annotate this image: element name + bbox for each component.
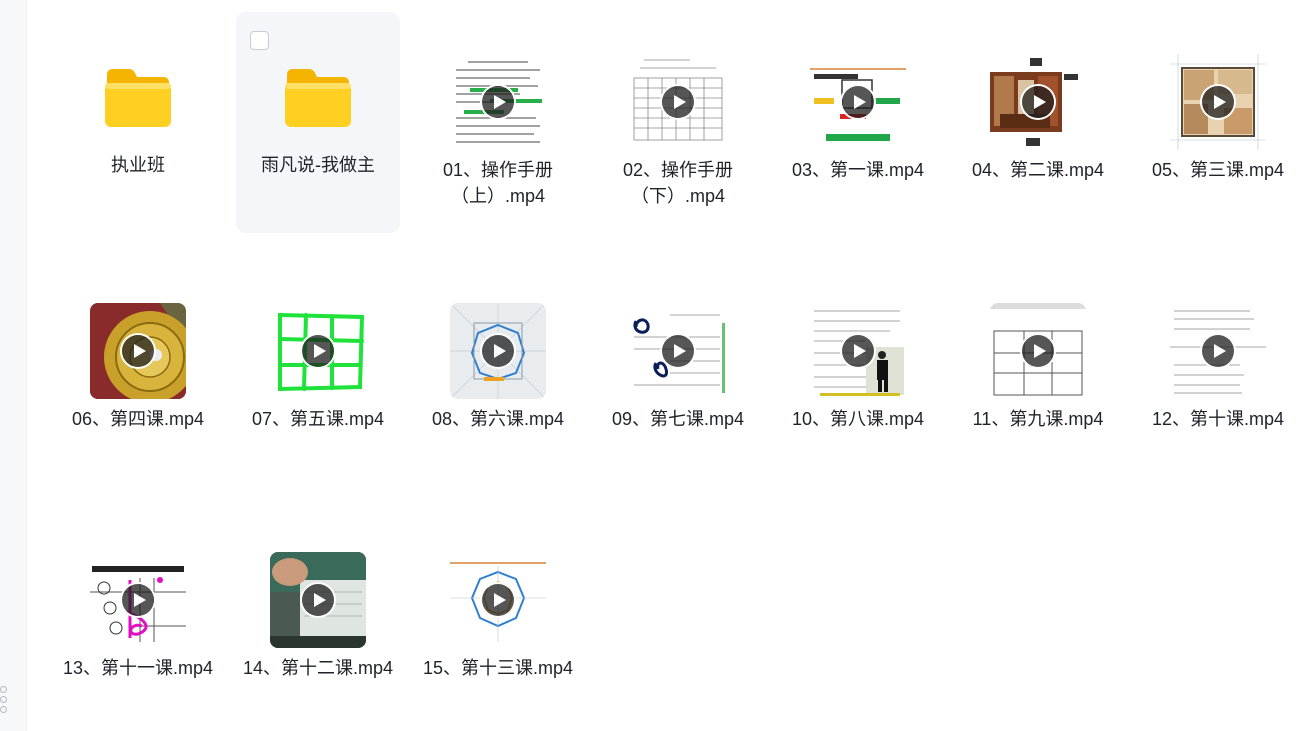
file-name: 08、第六课.mp4 — [431, 409, 565, 429]
file-name: 02、操作手册（下）.mp4 — [622, 160, 734, 206]
video-thumbnail — [1170, 54, 1266, 150]
video-thumbnail — [630, 54, 726, 150]
folder-icon — [103, 67, 173, 129]
play-icon — [1202, 86, 1234, 118]
play-icon — [662, 86, 694, 118]
play-icon — [122, 335, 154, 367]
play-icon — [482, 86, 514, 118]
video-thumbnail — [270, 303, 366, 399]
play-icon — [662, 335, 694, 367]
file-name: 10、第八课.mp4 — [791, 409, 925, 429]
file-name: 04、第二课.mp4 — [971, 160, 1105, 180]
video-file-item[interactable]: 01、操作手册（上）.mp4 — [416, 12, 580, 233]
play-icon — [842, 335, 874, 367]
video-file-item[interactable]: 07、第五课.mp4 — [236, 261, 400, 482]
file-name: 13、第十一课.mp4 — [62, 658, 214, 678]
sidebar-scroll-icon — [0, 684, 8, 720]
video-file-item[interactable]: 05、第三课.mp4 — [1136, 12, 1300, 233]
video-file-item[interactable]: 13、第十一课.mp4 — [56, 510, 220, 731]
play-icon — [482, 335, 514, 367]
video-thumbnail — [450, 54, 546, 150]
folder-item[interactable]: 雨凡说-我做主 — [236, 12, 400, 233]
video-file-item[interactable]: 02、操作手册（下）.mp4 — [596, 12, 760, 233]
play-icon — [1022, 86, 1054, 118]
video-file-item[interactable]: 09、第七课.mp4 — [596, 261, 760, 482]
file-name: 09、第七课.mp4 — [611, 409, 745, 429]
video-file-item[interactable]: 10、第八课.mp4 — [776, 261, 940, 482]
video-thumbnail — [810, 303, 906, 399]
file-name: 03、第一课.mp4 — [791, 160, 925, 180]
video-file-item[interactable]: 04、第二课.mp4 — [956, 12, 1120, 233]
video-thumbnail — [450, 552, 546, 648]
file-name: 执业班 — [111, 155, 165, 175]
video-file-item[interactable]: 08、第六课.mp4 — [416, 261, 580, 482]
file-name: 06、第四课.mp4 — [71, 409, 205, 429]
video-thumbnail — [810, 54, 906, 150]
folder-item[interactable]: 执业班 — [56, 12, 220, 233]
file-name: 11、第九课.mp4 — [972, 409, 1104, 429]
file-name: 14、第十二课.mp4 — [242, 658, 394, 678]
play-icon — [122, 584, 154, 616]
play-icon — [1202, 335, 1234, 367]
video-file-item[interactable]: 14、第十二课.mp4 — [236, 510, 400, 731]
file-name: 05、第三课.mp4 — [1151, 160, 1285, 180]
select-checkbox[interactable] — [250, 31, 269, 50]
video-thumbnail — [90, 552, 186, 648]
folder-icon — [283, 67, 353, 129]
left-sidebar-edge — [0, 0, 27, 731]
video-thumbnail — [90, 303, 186, 399]
video-file-item[interactable]: 03、第一课.mp4 — [776, 12, 940, 233]
file-name: 12、第十课.mp4 — [1151, 409, 1285, 429]
play-icon — [1022, 335, 1054, 367]
video-file-item[interactable]: 15、第十三课.mp4 — [416, 510, 580, 731]
file-name: 雨凡说-我做主 — [261, 155, 375, 175]
video-file-item[interactable]: 12、第十课.mp4 — [1136, 261, 1300, 482]
file-name: 07、第五课.mp4 — [251, 409, 385, 429]
play-icon — [842, 86, 874, 118]
file-name: 01、操作手册（上）.mp4 — [442, 160, 554, 206]
play-icon — [302, 584, 334, 616]
video-file-item[interactable]: 11、第九课.mp4 — [956, 261, 1120, 482]
video-file-item[interactable]: 06、第四课.mp4 — [56, 261, 220, 482]
video-thumbnail — [450, 303, 546, 399]
file-name: 15、第十三课.mp4 — [422, 658, 574, 678]
video-thumbnail — [990, 303, 1086, 399]
video-thumbnail — [990, 54, 1086, 150]
video-thumbnail — [270, 552, 366, 648]
play-icon — [482, 584, 514, 616]
play-icon — [302, 335, 334, 367]
video-thumbnail — [1170, 303, 1266, 399]
video-thumbnail — [630, 303, 726, 399]
